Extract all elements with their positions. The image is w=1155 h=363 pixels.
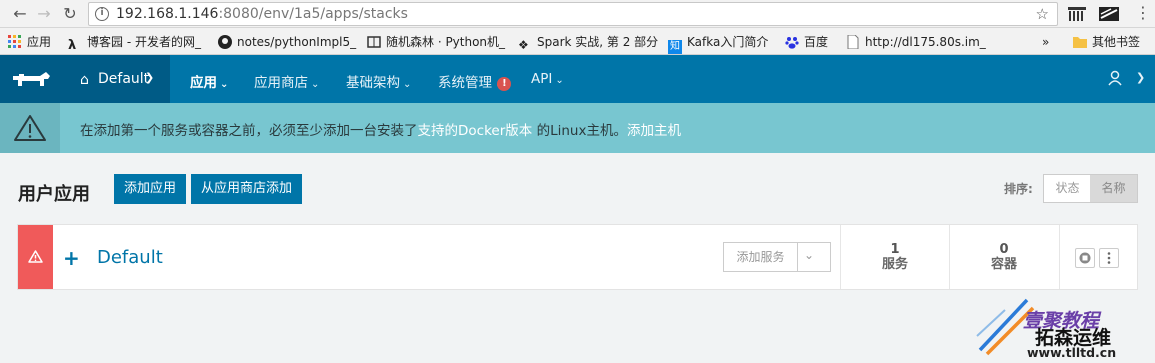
baidu-icon: [785, 35, 799, 49]
sort-label: 排序:: [1004, 182, 1033, 196]
extension-icon[interactable]: [1099, 6, 1119, 22]
stop-icon: [1079, 252, 1091, 264]
rancher-logo[interactable]: [0, 55, 66, 103]
apps-icon: [8, 35, 22, 49]
nav-api[interactable]: API ⌄: [531, 71, 564, 87]
warning-icon: [28, 250, 43, 263]
extension-icon[interactable]: [1067, 6, 1087, 22]
environment-switcher[interactable]: ⌂ Default ❯: [66, 55, 170, 103]
info-icon[interactable]: i: [95, 7, 109, 21]
chevron-down-icon: ⌄: [403, 79, 412, 90]
add-from-catalog-button[interactable]: 从应用商店添加: [191, 174, 303, 204]
spark-icon: ❖: [518, 38, 529, 52]
environment-label: Default: [98, 71, 150, 87]
page-icon: [846, 34, 860, 50]
alert-badge: !: [497, 77, 512, 91]
page-title: 用户应用: [18, 184, 90, 205]
browser-toolbar: ← → ↻ i 192.168.1.146:8080/env/1a5/apps/…: [0, 0, 1155, 28]
bookmark-baidu[interactable]: 百度: [785, 33, 828, 51]
add-app-button[interactable]: 添加应用: [114, 174, 187, 204]
warning-icon: [0, 103, 60, 153]
user-icon[interactable]: [1108, 70, 1122, 90]
forward-icon[interactable]: →: [34, 4, 54, 24]
nav-admin[interactable]: 系统管理⌄!: [438, 71, 512, 91]
bookmark-apps[interactable]: 应用: [8, 33, 51, 51]
bookmark-github[interactable]: notes/pythonImpl5_: [218, 33, 356, 51]
stop-button[interactable]: [1075, 248, 1095, 268]
book-icon: [367, 35, 381, 49]
chevron-down-icon[interactable]: ⌄: [804, 248, 814, 262]
folder-icon: [1073, 35, 1087, 49]
url-text[interactable]: 192.168.1.146:8080/env/1a5/apps/stacks: [116, 6, 408, 22]
expand-button[interactable]: +: [63, 246, 80, 270]
divider: [1059, 225, 1060, 289]
add-service-button[interactable]: 添加服务: [724, 243, 798, 271]
warning-banner: 在添加第一个服务或容器之前，必须至少添加一台安装了支持的Docker版本 的Li…: [0, 103, 1155, 153]
nav-apps[interactable]: 应用 ⌄: [190, 71, 228, 91]
zhihu-icon: 知: [668, 40, 682, 54]
more-vertical-icon: [1107, 252, 1111, 264]
chevron-down-icon[interactable]: ❯: [1136, 71, 1145, 84]
divider: [840, 225, 841, 289]
nav-infrastructure[interactable]: 基础架构 ⌄: [346, 71, 411, 91]
docker-version-link[interactable]: 支持的Docker版本: [418, 123, 533, 139]
stack-name-link[interactable]: Default: [97, 247, 163, 268]
stack-row: + Default 添加服务 ⌄ 1 服务 0 容器: [17, 224, 1138, 290]
home-icon: ⌂: [80, 72, 89, 88]
cnblogs-icon: λ: [68, 38, 77, 53]
bookmark-other[interactable]: 其他书签: [1073, 33, 1140, 51]
containers-count: 0 容器: [990, 242, 1017, 273]
star-icon[interactable]: ☆: [1036, 5, 1049, 23]
watermark-url: www.tlltd.cn: [1027, 345, 1117, 360]
reload-icon[interactable]: ↻: [60, 4, 80, 24]
sort-by-state-button[interactable]: 状态: [1044, 175, 1091, 202]
rancher-cow-icon: [13, 72, 50, 86]
bookmarks-bar: 应用 λ 博客园 - 开发者的网_ notes/pythonImpl5_ 随机森林…: [0, 28, 1155, 55]
bookmark-random-forest[interactable]: 随机森林 · Python机_: [367, 33, 505, 51]
bookmark-spark[interactable]: ❖ Spark 实战, 第 2 部分: [518, 33, 658, 52]
top-navigation: ⌂ Default ❯ 应用⌄ 应用商店⌄ 基础架构⌄ 系统管理⌄! API⌄ …: [0, 55, 1155, 103]
sort-toggle: 状态 名称: [1043, 174, 1138, 203]
nav-catalog[interactable]: 应用商店 ⌄: [254, 71, 319, 91]
bookmark-dl175[interactable]: http://dl175.80s.im_: [846, 33, 986, 51]
add-service-split-button: 添加服务 ⌄: [723, 242, 831, 272]
back-icon[interactable]: ←: [10, 4, 30, 24]
bookmarks-overflow[interactable]: »: [1042, 33, 1049, 51]
menu-icon[interactable]: ⋮: [1135, 4, 1151, 22]
banner-message: 在添加第一个服务或容器之前，必须至少添加一台安装了支持的Docker版本 的Li…: [80, 123, 681, 139]
chevron-down-icon: ❯: [145, 71, 155, 84]
divider: [949, 225, 950, 289]
more-actions-button[interactable]: [1099, 248, 1119, 268]
sort-by-name-button[interactable]: 名称: [1090, 175, 1137, 202]
chevron-down-icon: ⌄: [220, 79, 229, 90]
watermark: 壹聚教程 拓森运维 www.tlltd.cn: [975, 288, 1155, 363]
chevron-down-icon: ⌄: [311, 79, 320, 90]
bookmark-cnblogs[interactable]: λ 博客园 - 开发者的网_: [68, 33, 201, 53]
chevron-down-icon: ⌄: [555, 75, 564, 86]
bookmark-kafka[interactable]: 知 Kafka入门简介: [668, 33, 768, 54]
add-host-link[interactable]: 添加主机: [627, 123, 681, 139]
stack-state-error: [18, 225, 53, 289]
address-bar[interactable]: i 192.168.1.146:8080/env/1a5/apps/stacks…: [88, 2, 1058, 26]
github-icon: [218, 35, 232, 49]
services-count: 1 服务: [881, 242, 908, 273]
